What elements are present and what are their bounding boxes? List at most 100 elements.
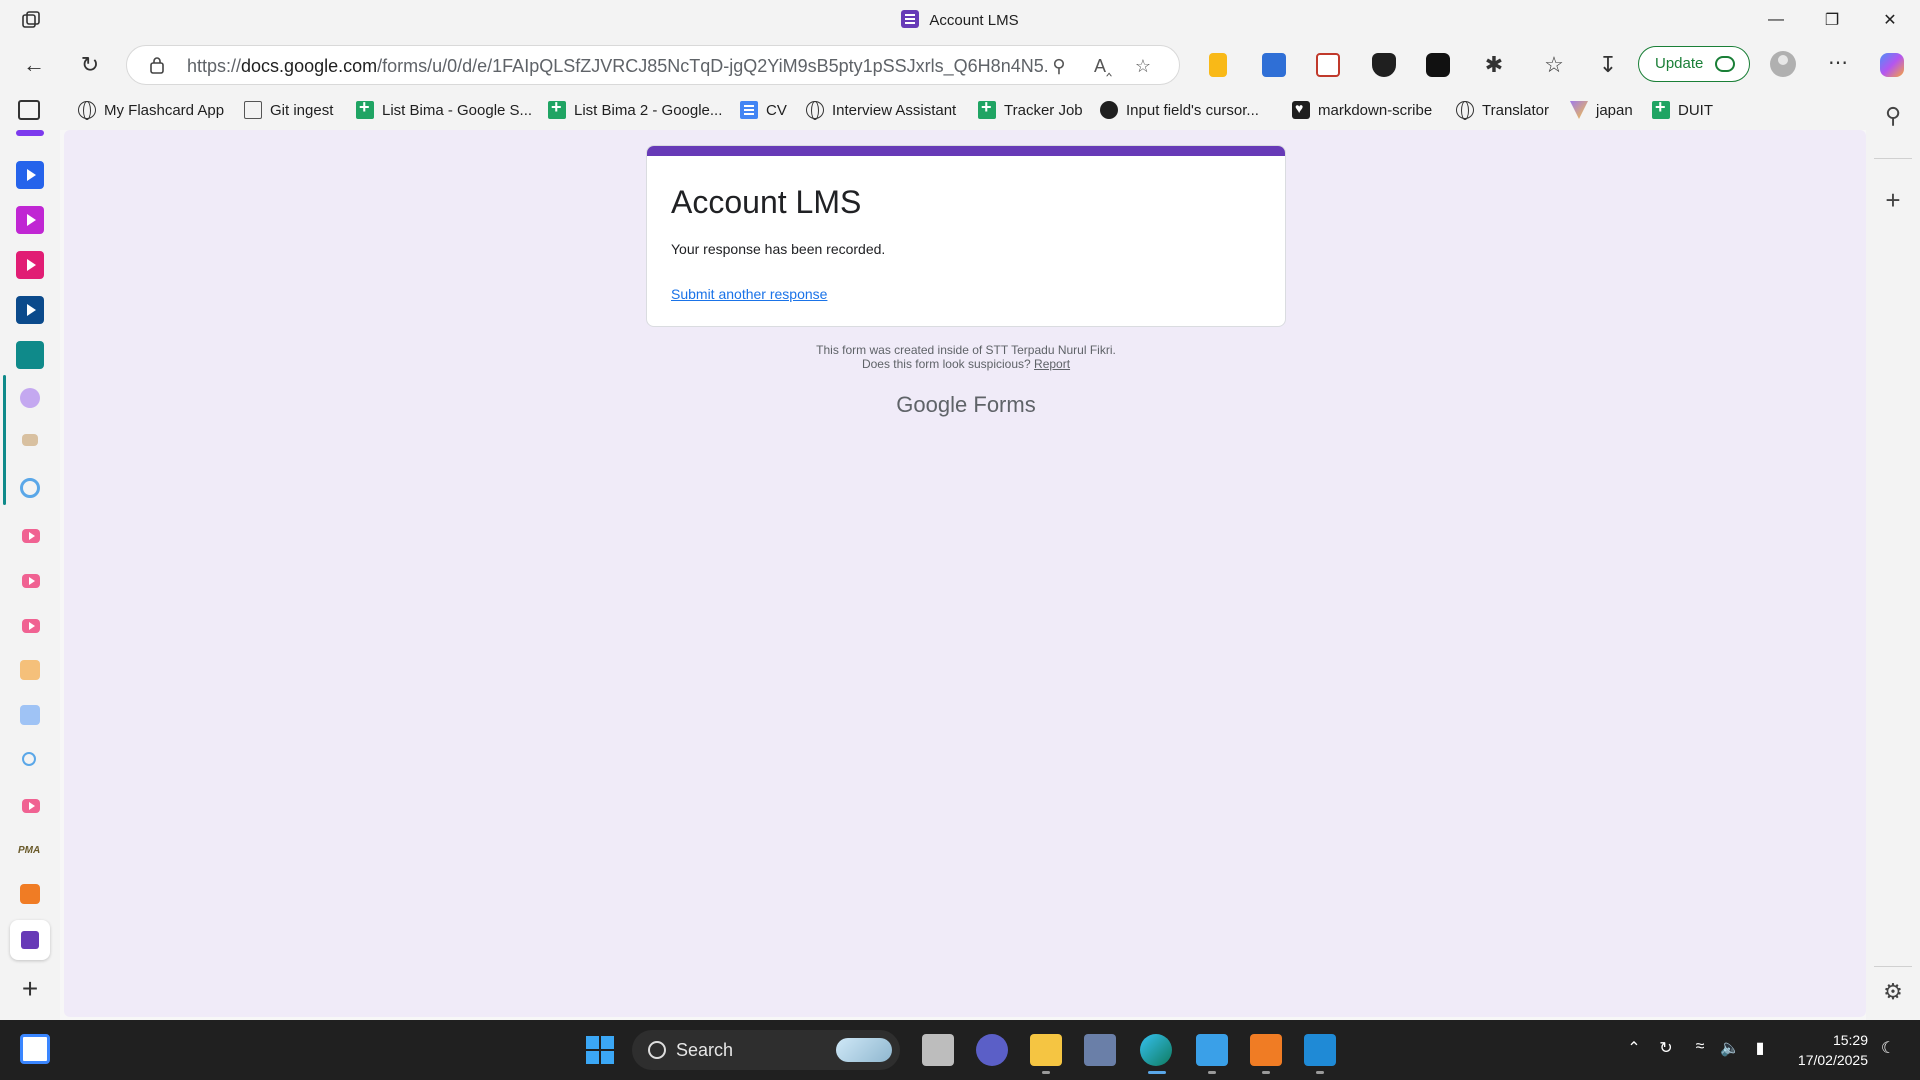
tab-youtube-icon[interactable] bbox=[22, 574, 40, 588]
address-bar[interactable]: https://docs.google.com/forms/u/0/d/e/1F… bbox=[126, 45, 1180, 85]
lock-icon[interactable] bbox=[149, 56, 165, 74]
title-bar: Account LMS — ❐ ✕ bbox=[0, 0, 1920, 40]
close-button[interactable]: ✕ bbox=[1862, 0, 1918, 40]
tab-search-icon[interactable] bbox=[22, 752, 36, 766]
vscode-icon[interactable] bbox=[1304, 1034, 1336, 1066]
favorite-star-icon[interactable]: ☆ bbox=[1131, 54, 1155, 78]
tab-youtube-icon[interactable] bbox=[22, 619, 40, 633]
minimize-button[interactable]: — bbox=[1748, 0, 1804, 40]
running-indicator bbox=[1208, 1071, 1216, 1074]
read-aloud-icon[interactable]: A‸ bbox=[1091, 54, 1115, 78]
tab-phpmyadmin-icon[interactable]: PMA bbox=[18, 842, 42, 860]
snipping-tool-icon[interactable] bbox=[1084, 1034, 1116, 1066]
form-confirmation-card: Account LMS Your response has been recor… bbox=[646, 145, 1286, 327]
google-forms-logo[interactable]: Google Forms bbox=[646, 392, 1286, 418]
volume-icon[interactable]: 🔈 bbox=[1720, 1038, 1740, 1058]
tab-xampp-icon[interactable] bbox=[20, 884, 40, 904]
extensions-puzzle-icon[interactable]: ✱ bbox=[1482, 53, 1506, 77]
tab-translate-icon[interactable] bbox=[20, 705, 40, 725]
notifications-moon-icon[interactable]: ☾ bbox=[1878, 1038, 1898, 1058]
tab-teal-icon[interactable] bbox=[16, 341, 44, 369]
bookmark-input-field-cursor[interactable]: Input field's cursor... bbox=[1100, 98, 1259, 122]
globe-icon bbox=[806, 101, 824, 120]
vertical-tabs-sidebar: PMA + bbox=[0, 130, 60, 1020]
notepad-icon[interactable] bbox=[1196, 1034, 1228, 1066]
bookmark-cv[interactable]: CV bbox=[740, 98, 787, 122]
back-button[interactable]: ← bbox=[16, 48, 52, 82]
clock-time: 15:29 bbox=[1832, 1032, 1868, 1048]
bookmark-label: japan bbox=[1596, 101, 1633, 119]
new-tab-plus-icon[interactable]: + bbox=[16, 975, 44, 1003]
extension-save-icon[interactable] bbox=[1262, 53, 1286, 77]
right-sidebar: ⚲ + ⚙ bbox=[1866, 90, 1920, 1020]
bookmark-label: List Bima 2 - Google... bbox=[574, 101, 723, 119]
settings-gear-icon[interactable]: ⚙ bbox=[1881, 980, 1905, 1004]
refresh-button[interactable]: ↻ bbox=[72, 48, 108, 82]
bookmark-list-bima-2[interactable]: List Bima 2 - Google... bbox=[548, 97, 723, 122]
submit-another-link[interactable]: Submit another response bbox=[671, 286, 827, 302]
tab-youtube-icon[interactable] bbox=[22, 799, 40, 813]
sheets-icon bbox=[1652, 97, 1670, 119]
tab-video-navy-icon[interactable] bbox=[16, 296, 44, 324]
edge-browser-icon[interactable] bbox=[1140, 1034, 1172, 1066]
windows-start-icon[interactable] bbox=[584, 1034, 616, 1066]
bookmark-label: List Bima - Google S... bbox=[382, 101, 533, 119]
xampp-icon[interactable] bbox=[1250, 1034, 1282, 1066]
google-wordmark: Google bbox=[896, 392, 968, 417]
window-title: Account LMS bbox=[0, 10, 1920, 29]
wifi-icon[interactable]: ≈ bbox=[1690, 1038, 1710, 1058]
zoom-icon[interactable]: ⚲ bbox=[1047, 54, 1071, 78]
bookmark-my-flashcard-app[interactable]: My Flashcard App bbox=[78, 98, 224, 122]
battery-icon[interactable]: ▮ bbox=[1750, 1038, 1770, 1058]
active-indicator bbox=[1148, 1071, 1166, 1074]
tab-video-magenta-icon[interactable] bbox=[16, 206, 44, 234]
bookmark-list-bima[interactable]: List Bima - Google S... bbox=[356, 97, 533, 122]
bookmark-duit[interactable]: DUIT bbox=[1652, 97, 1713, 122]
sheets-icon bbox=[548, 97, 566, 119]
search-highlight-image bbox=[836, 1038, 892, 1062]
extension-shield-icon[interactable] bbox=[1372, 53, 1396, 77]
restore-button[interactable]: ❐ bbox=[1804, 0, 1860, 40]
copilot-icon[interactable] bbox=[1880, 53, 1904, 77]
bookmark-japan[interactable]: japan bbox=[1570, 98, 1633, 122]
task-view-icon[interactable] bbox=[922, 1034, 954, 1066]
clock-date: 17/02/2025 bbox=[1797, 1052, 1868, 1068]
tab-youtube-icon[interactable] bbox=[22, 529, 40, 543]
taskbar-search[interactable]: Search bbox=[632, 1030, 900, 1070]
search-icon[interactable]: ⚲ bbox=[1881, 104, 1905, 128]
forms-wordmark: Forms bbox=[973, 392, 1036, 417]
system-clock[interactable]: 15:29 17/02/2025 bbox=[1770, 1030, 1868, 1070]
bookmark-label: Input field's cursor... bbox=[1126, 101, 1259, 119]
bookmark-tracker-job[interactable]: Tracker Job bbox=[978, 97, 1083, 122]
profile-avatar[interactable] bbox=[1770, 51, 1796, 77]
tab-lavender-icon[interactable] bbox=[20, 388, 40, 408]
bookmark-git-ingest[interactable]: Git ingest bbox=[244, 98, 333, 122]
file-explorer-icon[interactable] bbox=[1030, 1034, 1062, 1066]
update-button[interactable]: Update bbox=[1638, 46, 1750, 82]
favorites-icon[interactable]: ☆ bbox=[1542, 53, 1566, 77]
bookmark-markdown-scribe[interactable]: markdown-scribe bbox=[1292, 98, 1432, 122]
sync-icon[interactable]: ↻ bbox=[1656, 1038, 1676, 1058]
widgets-icon[interactable] bbox=[20, 1034, 50, 1064]
tab-video-pink-icon[interactable] bbox=[16, 251, 44, 279]
extension-window-icon[interactable] bbox=[1316, 53, 1340, 77]
tab-actions-icon[interactable] bbox=[18, 100, 40, 120]
tab-book-icon[interactable] bbox=[20, 660, 40, 680]
extension-yellow-icon[interactable] bbox=[1209, 53, 1227, 77]
report-link[interactable]: Report bbox=[1034, 357, 1070, 371]
add-sidebar-icon[interactable]: + bbox=[1881, 187, 1905, 213]
tab-active-forms[interactable] bbox=[10, 920, 50, 960]
page-content: Account LMS Your response has been recor… bbox=[64, 130, 1866, 1017]
bookmark-interview-assistant[interactable]: Interview Assistant bbox=[806, 98, 956, 122]
tab-partial-icon[interactable] bbox=[16, 130, 44, 136]
tab-small-icon[interactable] bbox=[22, 434, 38, 446]
extension-grammarly-icon[interactable] bbox=[1426, 53, 1450, 77]
tab-video-blue-icon[interactable] bbox=[16, 161, 44, 189]
show-hidden-icons-chevron-icon[interactable]: ⌃ bbox=[1624, 1038, 1644, 1058]
bookmark-translator[interactable]: Translator bbox=[1456, 98, 1549, 122]
more-menu-icon[interactable]: ⋯ bbox=[1826, 53, 1850, 77]
tab-circle-icon[interactable] bbox=[20, 478, 40, 498]
url-text[interactable]: https://docs.google.com/forms/u/0/d/e/1F… bbox=[187, 56, 1047, 77]
teams-chat-icon[interactable] bbox=[976, 1034, 1008, 1066]
downloads-icon[interactable]: ↧ bbox=[1596, 53, 1620, 77]
